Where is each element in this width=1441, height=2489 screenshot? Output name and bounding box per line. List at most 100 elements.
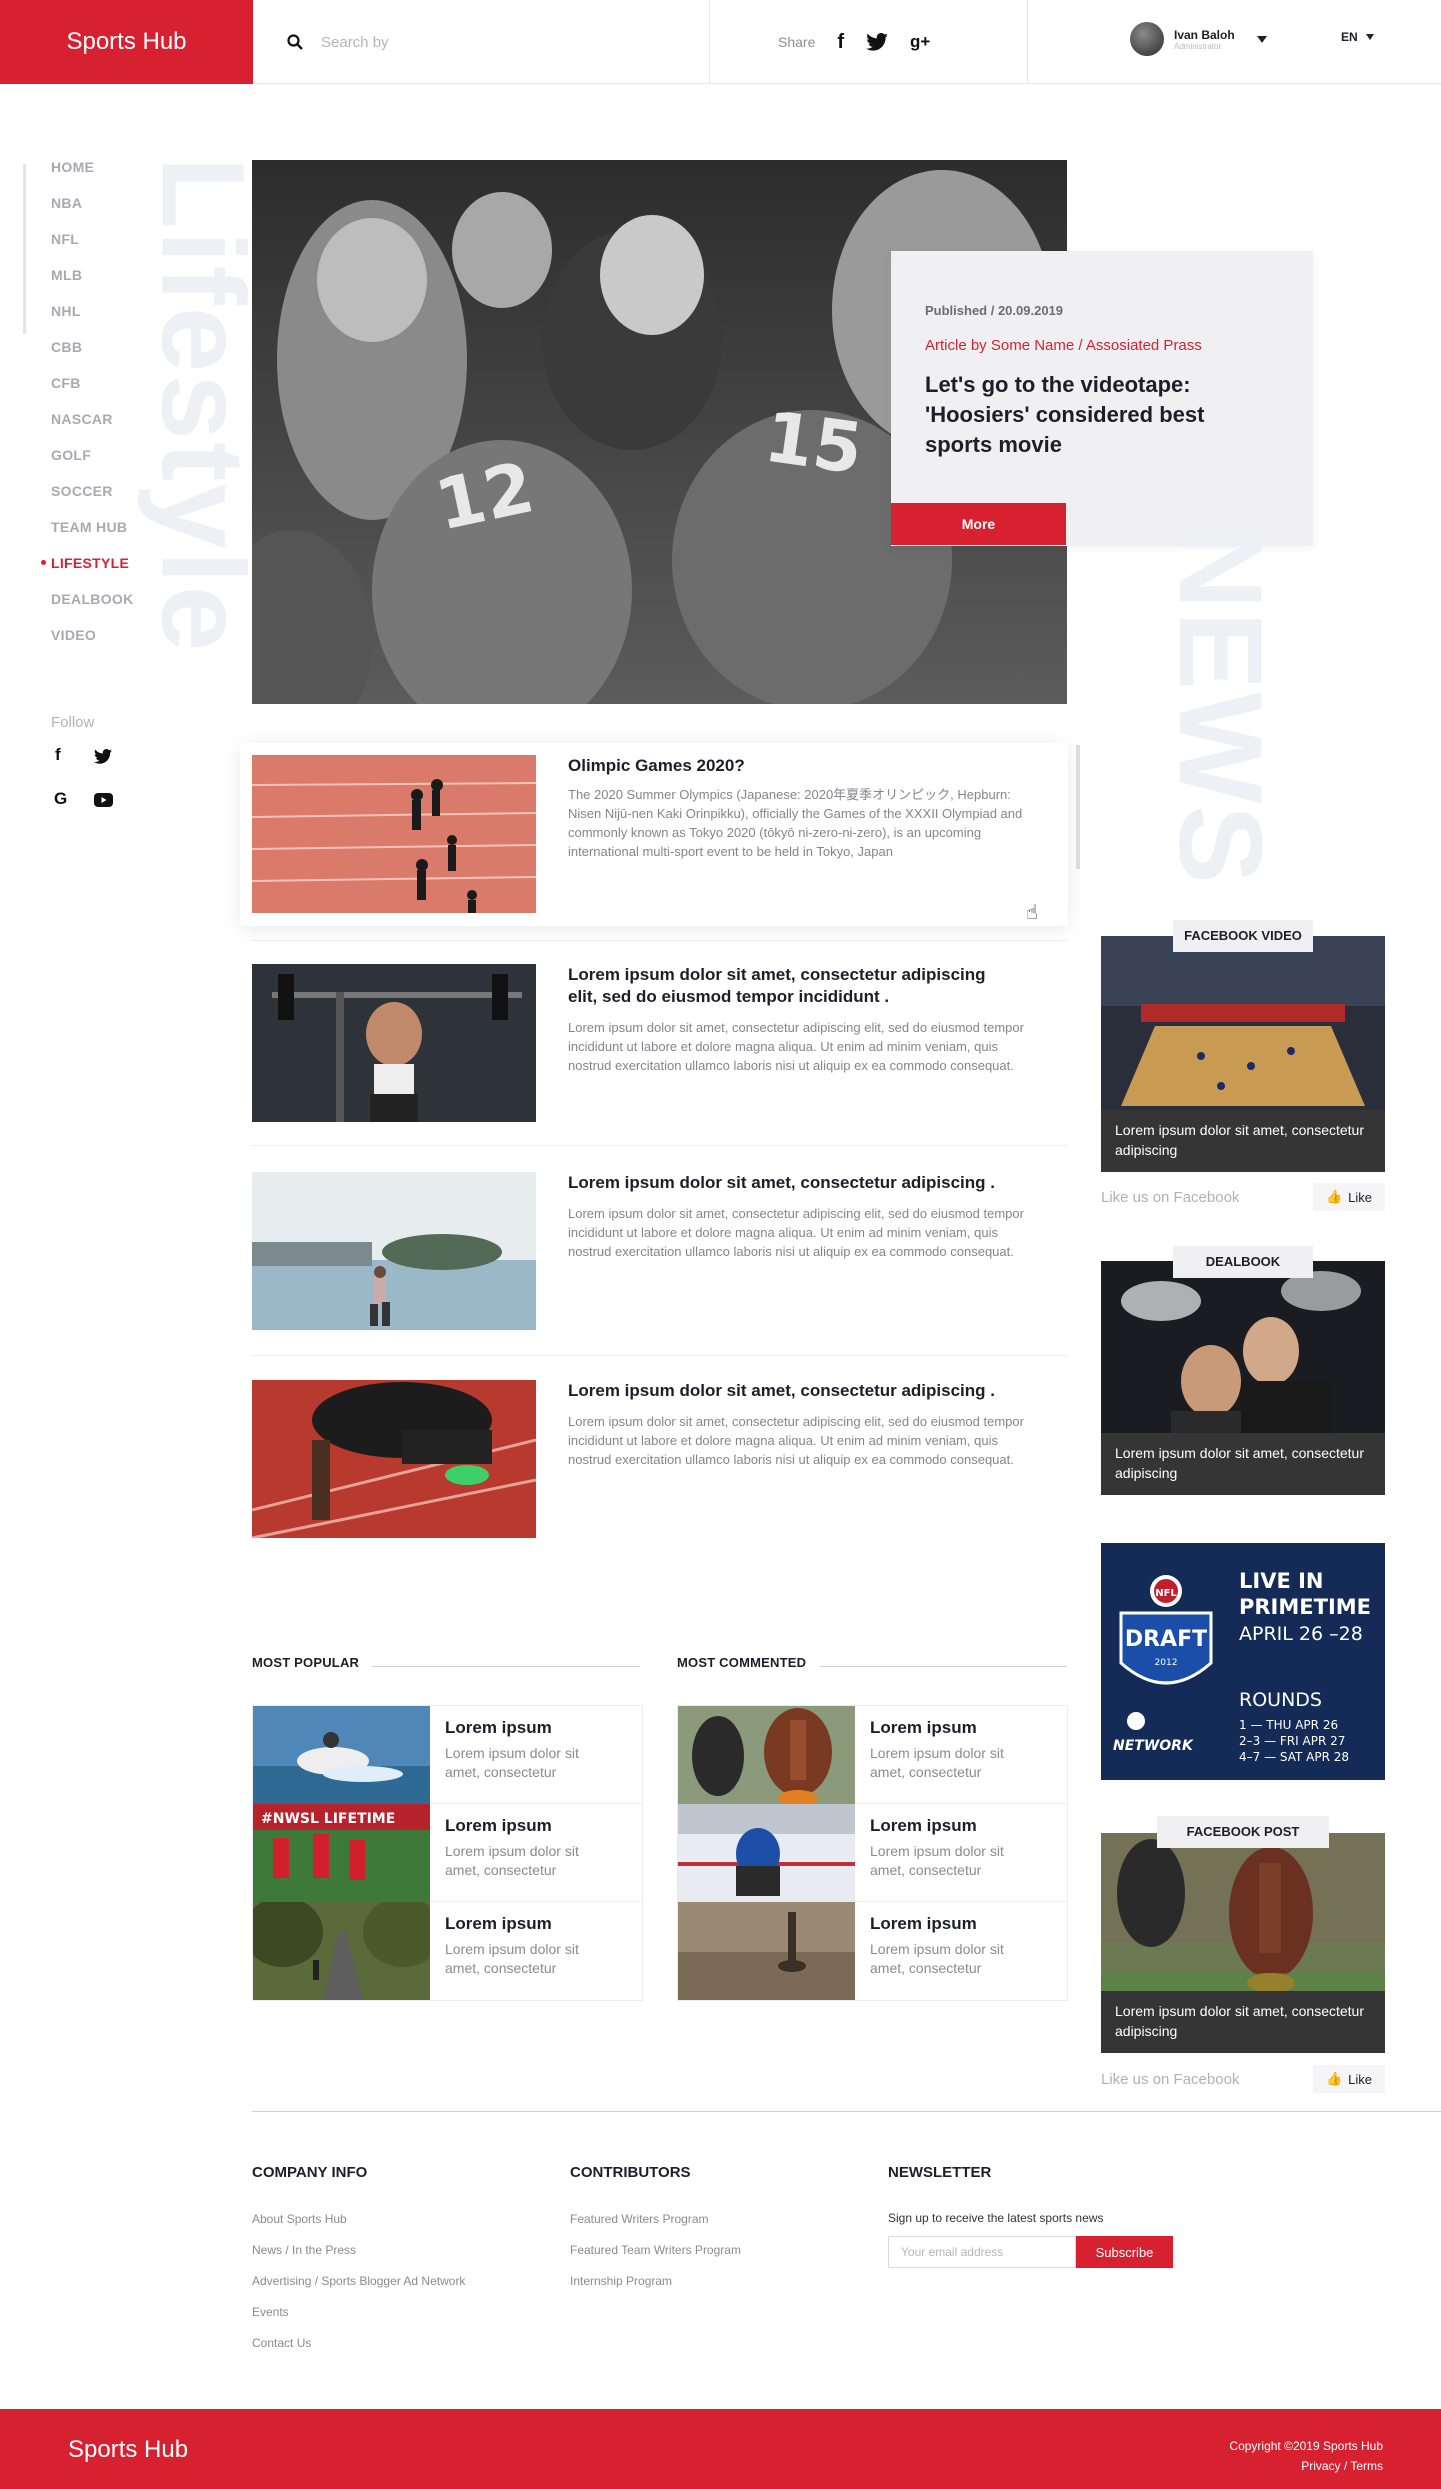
list-item-image[interactable] xyxy=(678,1706,855,1804)
list-item[interactable]: #NWSL LIFETIME Lorem ipsum Lorem ipsum d… xyxy=(253,1804,642,1902)
footer-link[interactable]: Featured Writers Program xyxy=(570,2212,709,2226)
list-item[interactable]: Lorem ipsum Lorem ipsum dolor sit amet, … xyxy=(678,1902,1067,2000)
most-commented-heading: MOST COMMENTED xyxy=(677,1655,807,1670)
sidebar-item-soccer[interactable]: SOCCER xyxy=(51,481,134,517)
list-item-title[interactable]: Lorem ipsum xyxy=(445,1816,552,1836)
like-us-text[interactable]: Like us on Facebook xyxy=(1101,2071,1239,2088)
like-us-text[interactable]: Like us on Facebook xyxy=(1101,1189,1239,1206)
hero-title[interactable]: Let's go to the videotape: 'Hoosiers' co… xyxy=(925,370,1265,460)
list-item-image[interactable] xyxy=(678,1804,855,1902)
article-text: The 2020 Summer Olympics (Japanese: 2020… xyxy=(568,787,1023,859)
list-item[interactable]: Lorem ipsum Lorem ipsum dolor sit amet, … xyxy=(253,1706,642,1804)
subscribe-button[interactable]: Subscribe xyxy=(1076,2236,1173,2268)
user-role: Administrator xyxy=(1174,41,1222,51)
article-text: Lorem ipsum dolor sit amet, consectetur … xyxy=(568,1414,1024,1467)
sidebar-item-home[interactable]: HOME xyxy=(51,157,134,193)
search-bar xyxy=(253,0,710,84)
sidebar-item-nfl[interactable]: NFL xyxy=(51,229,134,265)
list-item-title[interactable]: Lorem ipsum xyxy=(870,1718,977,1738)
list-item-image[interactable] xyxy=(253,1902,430,2000)
search-input[interactable] xyxy=(321,33,621,51)
article-card[interactable]: Lorem ipsum dolor sit amet, consectetur … xyxy=(252,1380,1067,1540)
sidebar-item-mlb[interactable]: MLB xyxy=(51,265,134,301)
article-title[interactable]: Lorem ipsum dolor sit amet, consectetur … xyxy=(568,1380,1008,1402)
facebook-icon[interactable]: f xyxy=(837,31,844,54)
nfl-draft-ad[interactable]: NFL DRAFT 2012 NETWORK LIVE IN PRIMETIME… xyxy=(1101,1543,1385,1780)
list-item[interactable]: Lorem ipsum Lorem ipsum dolor sit amet, … xyxy=(253,1902,642,2000)
like-label: Like xyxy=(1348,2071,1373,2087)
list-item-title[interactable]: Lorem ipsum xyxy=(870,1914,977,1934)
language-select[interactable]: EN xyxy=(1341,30,1374,44)
search-icon[interactable] xyxy=(287,34,303,50)
list-item-image[interactable] xyxy=(678,1902,855,2000)
sidebar-item-nascar[interactable]: NASCAR xyxy=(51,409,134,445)
more-button[interactable]: More xyxy=(891,503,1066,545)
footer-link[interactable]: Events xyxy=(252,2305,289,2319)
sidebar-item-nhl[interactable]: NHL xyxy=(51,301,134,337)
scrollbar[interactable] xyxy=(1076,745,1080,869)
article-image[interactable] xyxy=(252,755,536,913)
article-title[interactable]: Olimpic Games 2020? xyxy=(568,755,1008,777)
article-image[interactable] xyxy=(252,1172,536,1330)
list-item-title[interactable]: Lorem ipsum xyxy=(445,1914,552,1934)
ad-line2: PRIMETIME xyxy=(1239,1595,1371,1619)
footer-link[interactable]: Internship Program xyxy=(570,2274,672,2288)
twitter-icon[interactable] xyxy=(94,749,112,764)
article-card[interactable]: Olimpic Games 2020? The 2020 Summer Olym… xyxy=(240,743,1068,926)
list-item-title[interactable]: Lorem ipsum xyxy=(870,1816,977,1836)
sidebar-item-cfb[interactable]: CFB xyxy=(51,373,134,409)
sidebar-item-team-hub[interactable]: TEAM HUB xyxy=(51,517,134,553)
list-item-image[interactable]: #NWSL LIFETIME xyxy=(253,1804,430,1902)
lifestyle-watermark-text: Lifestyle xyxy=(136,156,268,654)
sidebar-item-golf[interactable]: GOLF xyxy=(51,445,134,481)
avatar[interactable] xyxy=(1130,22,1164,56)
article-byline[interactable]: Article by Some Name / Assosiated Prass xyxy=(925,337,1202,354)
sidebar-item-nba[interactable]: NBA xyxy=(51,193,134,229)
list-item[interactable]: Lorem ipsum Lorem ipsum dolor sit amet, … xyxy=(678,1706,1067,1804)
footer-bar: Sports Hub Copyright ©2019 Sports Hub Pr… xyxy=(0,2409,1441,2489)
google-plus-icon[interactable]: g+ xyxy=(910,32,930,52)
hand-cursor-icon: ☝ xyxy=(1026,902,1039,924)
facebook-post-widget[interactable]: Lorem ipsum dolor sit amet, consectetur … xyxy=(1101,1833,1385,2053)
youtube-icon[interactable] xyxy=(94,793,113,807)
ad-badge-top: NFL xyxy=(1155,1588,1177,1599)
user-name: Ivan Baloh xyxy=(1174,27,1235,42)
email-field[interactable] xyxy=(888,2236,1076,2268)
sidebar-item-video[interactable]: VIDEO xyxy=(51,625,134,661)
article-title[interactable]: Lorem ipsum dolor sit amet, consectetur … xyxy=(568,1172,1008,1194)
like-button[interactable]: 👍 Like xyxy=(1313,2065,1385,2093)
footer-link[interactable]: Featured Team Writers Program xyxy=(570,2243,741,2257)
article-card[interactable]: Lorem ipsum dolor sit amet, consectetur … xyxy=(252,1172,1067,1332)
article-image[interactable] xyxy=(252,1380,536,1538)
sidebar-item-dealbook[interactable]: DEALBOOK xyxy=(51,589,134,625)
footer-logo[interactable]: Sports Hub xyxy=(68,2436,188,2464)
facebook-video-widget[interactable]: Lorem ipsum dolor sit amet, consectetur … xyxy=(1101,936,1385,1172)
like-button[interactable]: 👍 Like xyxy=(1313,1183,1385,1211)
privacy-terms-link[interactable]: Privacy / Terms xyxy=(1229,2456,1383,2476)
site-logo[interactable]: Sports Hub xyxy=(0,0,253,84)
ad-round3: 4–7 — SAT APR 28 xyxy=(1239,1750,1349,1764)
list-item[interactable]: Lorem ipsum Lorem ipsum dolor sit amet, … xyxy=(678,1804,1067,1902)
footer-link[interactable]: Contact Us xyxy=(252,2336,311,2350)
widget-caption: Lorem ipsum dolor sit amet, consectetur … xyxy=(1101,1991,1385,2053)
footer-link[interactable]: About Sports Hub xyxy=(252,2212,347,2226)
widget-caption: Lorem ipsum dolor sit amet, consectetur … xyxy=(1101,1110,1385,1172)
footer-link[interactable]: Advertising / Sports Blogger Ad Network xyxy=(252,2274,465,2288)
user-menu[interactable]: Ivan Baloh Administrator xyxy=(1130,22,1267,56)
chevron-down-icon[interactable] xyxy=(1256,35,1267,43)
sidebar-item-cbb[interactable]: CBB xyxy=(51,337,134,373)
facebook-icon[interactable]: f xyxy=(55,745,61,765)
article-title[interactable]: Lorem ipsum dolor sit amet, consectetur … xyxy=(568,964,1008,1008)
article-card[interactable]: Lorem ipsum dolor sit amet, consectetur … xyxy=(252,964,1067,1124)
twitter-icon[interactable] xyxy=(866,33,888,51)
list-item-title[interactable]: Lorem ipsum xyxy=(445,1718,552,1738)
divider xyxy=(252,1145,1067,1146)
footer-link[interactable]: News / In the Press xyxy=(252,2243,356,2257)
list-item-image[interactable] xyxy=(253,1706,430,1804)
ad-banner: NFL DRAFT 2012 NETWORK LIVE IN PRIMETIME… xyxy=(1101,1543,1385,1780)
google-icon[interactable]: G xyxy=(54,789,67,809)
sidebar-item-lifestyle[interactable]: LIFESTYLE xyxy=(41,553,134,589)
dealbook-widget[interactable]: Lorem ipsum dolor sit amet, consectetur … xyxy=(1101,1261,1385,1495)
share-label: Share xyxy=(778,34,816,50)
article-image[interactable] xyxy=(252,964,536,1122)
